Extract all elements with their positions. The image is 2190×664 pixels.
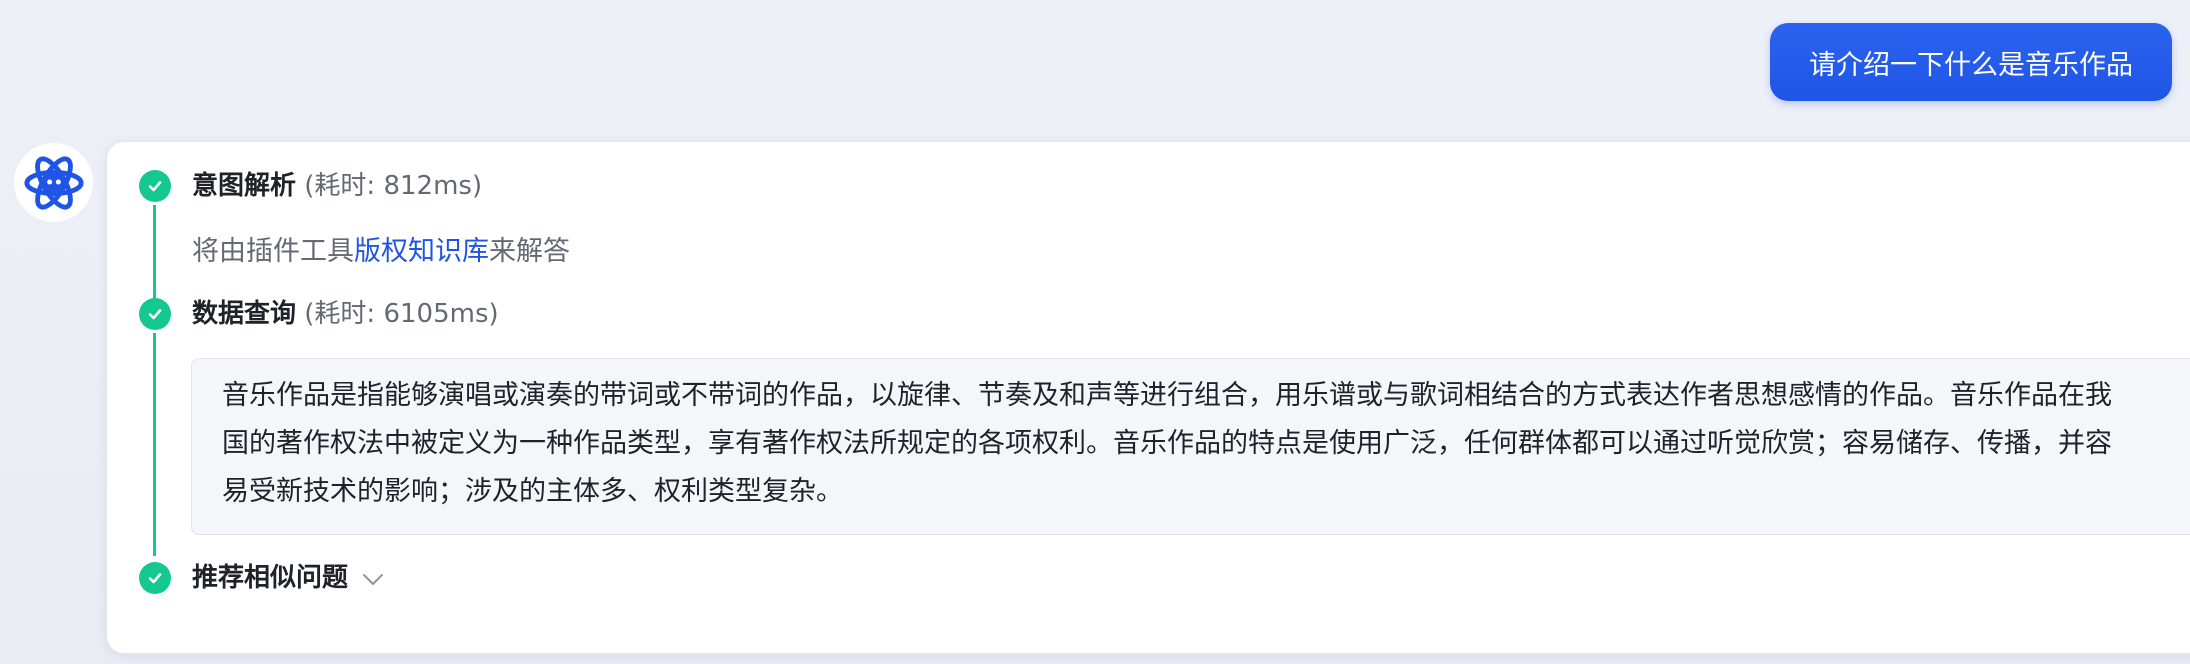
step-name: 意图解析 — [192, 171, 297, 201]
answer-line: 国的著作权法中被定义为一种作品类型，享有著作权法所规定的各项权利。音乐作品的特点… — [222, 428, 2112, 459]
step-name: 数据查询 — [192, 299, 297, 329]
atom-robot-icon — [23, 155, 84, 210]
step-name: 推荐相似问题 — [192, 563, 349, 593]
assistant-avatar — [14, 143, 93, 222]
intent-suffix: 来解答 — [489, 236, 570, 267]
step-duration: (耗时: 6105ms) — [304, 299, 499, 329]
answer-line: 易受新技术的影响；涉及的主体多、权利类型复杂。 — [222, 476, 843, 507]
intent-result-text: 将由插件工具版权知识库来解答 — [192, 235, 570, 269]
step-query-check-icon — [139, 298, 171, 330]
answer-line: 音乐作品是指能够演唱或演奏的带词或不带词的作品，以旋律、节奏及和声等进行组合，用… — [222, 380, 2112, 411]
user-message-text: 请介绍一下什么是音乐作品 — [1809, 49, 2133, 81]
user-message-bubble: 请介绍一下什么是音乐作品 — [1770, 23, 2172, 101]
step-duration: (耗时: 812ms) — [304, 171, 483, 201]
step-query-title: 数据查询 (耗时: 6105ms) — [192, 298, 499, 330]
step-connector-line — [153, 333, 156, 556]
intent-prefix: 将由插件工具 — [192, 236, 354, 267]
step-connector-line — [153, 205, 156, 299]
chevron-down-icon[interactable] — [362, 563, 384, 595]
step-similar-check-icon — [139, 562, 171, 594]
similar-questions-toggle[interactable]: 推荐相似问题 — [192, 562, 384, 595]
step-intent-check-icon — [139, 170, 171, 202]
step-intent-title: 意图解析 (耗时: 812ms) — [192, 170, 482, 202]
query-answer-box: 音乐作品是指能够演唱或演奏的带词或不带词的作品，以旋律、节奏及和声等进行组合，用… — [191, 358, 2190, 535]
tool-link-copyright-kb[interactable]: 版权知识库 — [354, 236, 489, 267]
